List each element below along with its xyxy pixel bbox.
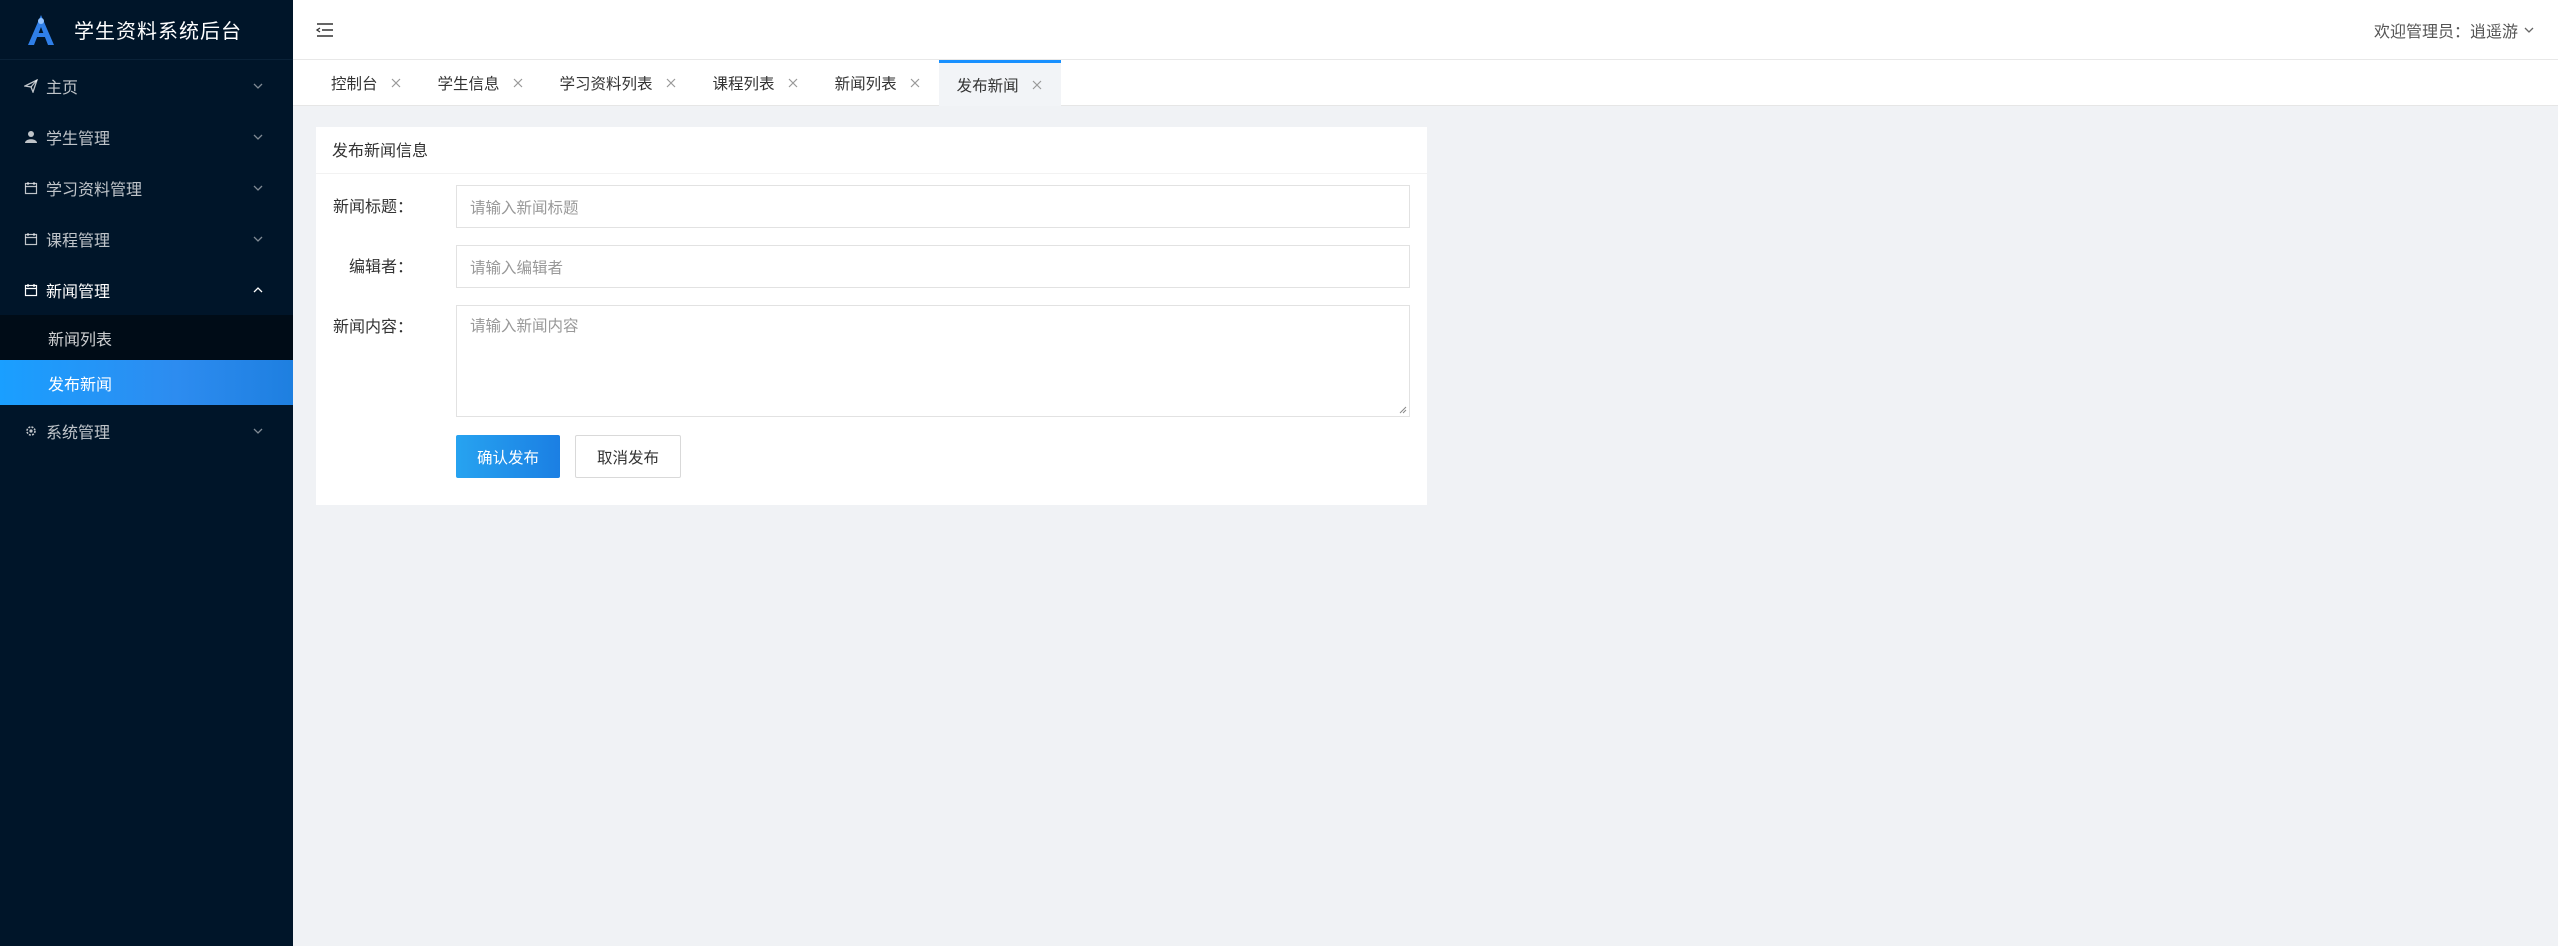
tab-course-list[interactable]: 课程列表 — [695, 60, 817, 106]
chevron-down-icon — [253, 134, 263, 140]
chevron-down-icon — [253, 83, 263, 89]
news-content-label: 新闻内容： — [332, 317, 413, 336]
card-title: 发布新闻信息 — [316, 127, 1427, 174]
sidebar-item-news-list[interactable]: 新闻列表 — [0, 315, 293, 360]
calendar-icon — [22, 179, 40, 197]
editor-input[interactable]: 请输入编辑者 — [456, 245, 1410, 288]
news-title-input[interactable]: 请输入新闻标题 — [456, 185, 1410, 228]
cancel-publish-button[interactable]: 取消发布 — [575, 435, 681, 478]
tab-label: 发布新闻 — [956, 76, 1019, 95]
sidebar-item-label: 主页 — [46, 77, 79, 97]
tab-label: 学生信息 — [437, 75, 500, 93]
sidebar-item-students[interactable]: 学生管理 — [0, 111, 293, 162]
calendar-icon — [22, 281, 40, 299]
sidebar-item-materials[interactable]: 学习资料管理 — [0, 162, 293, 213]
news-content-textarea[interactable]: 请输入新闻内容 — [456, 305, 1410, 417]
tab-dashboard[interactable]: 控制台 — [313, 60, 420, 106]
chevron-up-icon — [253, 286, 263, 292]
gear-icon — [22, 422, 40, 440]
tab-label: 新闻列表 — [834, 75, 897, 93]
close-icon[interactable] — [1031, 79, 1043, 91]
sidebar-item-label: 课程管理 — [46, 230, 111, 250]
form-row-content: 新闻内容： — [316, 305, 431, 348]
chevron-down-icon — [253, 236, 263, 242]
user-menu[interactable]: 欢迎管理员：逍遥游 — [2374, 18, 2536, 42]
top-header: 欢迎管理员：逍遥游 — [293, 0, 2558, 60]
sidebar-item-publish-news[interactable]: 发布新闻 — [0, 360, 293, 405]
sidebar-item-label: 学习资料管理 — [46, 179, 143, 199]
tab-publish-news[interactable]: 发布新闻 — [938, 60, 1061, 106]
user-greeting: 欢迎管理员：逍遥游 — [2373, 22, 2518, 41]
user-icon — [22, 128, 40, 146]
chevron-down-icon — [253, 428, 263, 434]
sidebar-item-courses[interactable]: 课程管理 — [0, 213, 293, 264]
news-content-placeholder: 请输入新闻内容 — [470, 317, 579, 335]
sidebar-item-home[interactable]: 主页 — [0, 60, 293, 111]
sidebar: 学生资料系统后台 主页 学生管理 学习资料管理 课程管理 新闻管理 新闻列表 发… — [0, 0, 293, 946]
sidebar-item-label: 系统管理 — [46, 422, 111, 442]
calendar-icon — [22, 230, 40, 248]
logo[interactable]: 学生资料系统后台 — [0, 0, 293, 60]
form-row-editor: 编辑者： — [316, 245, 431, 288]
sidebar-item-label: 学生管理 — [46, 128, 111, 148]
tab-label: 课程列表 — [712, 75, 775, 93]
logo-icon — [28, 14, 54, 45]
sidebar-item-news[interactable]: 新闻管理 — [0, 264, 293, 315]
publish-news-card: 发布新闻信息 新闻标题： 请输入新闻标题 编辑者： 请输入编辑者 新闻内容： 请… — [316, 127, 1427, 505]
confirm-publish-button[interactable]: 确认发布 — [456, 435, 560, 478]
chevron-down-icon — [253, 185, 263, 191]
send-icon — [22, 77, 40, 95]
tab-student-info[interactable]: 学生信息 — [420, 60, 542, 106]
chevron-down-icon — [2524, 27, 2534, 33]
sidebar-item-system[interactable]: 系统管理 — [0, 405, 293, 456]
tab-label: 学习资料列表 — [559, 75, 653, 93]
tab-label: 控制台 — [331, 75, 378, 93]
tab-bar: 控制台 学生信息 学习资料列表 课程列表 新闻列表 发布新闻 — [293, 60, 2558, 106]
news-title-label: 新闻标题： — [332, 197, 413, 216]
close-icon[interactable] — [665, 77, 677, 89]
editor-label: 编辑者： — [348, 257, 413, 276]
close-icon[interactable] — [512, 77, 524, 89]
sidebar-menu: 主页 学生管理 学习资料管理 课程管理 新闻管理 新闻列表 发布新闻 系统管理 — [0, 60, 293, 456]
app-title: 学生资料系统后台 — [74, 19, 242, 43]
sidebar-item-label: 新闻管理 — [46, 281, 111, 301]
menu-collapse-icon[interactable] — [315, 20, 335, 40]
close-icon[interactable] — [787, 77, 799, 89]
close-icon[interactable] — [390, 77, 402, 89]
tab-materials-list[interactable]: 学习资料列表 — [542, 60, 695, 106]
close-icon[interactable] — [909, 77, 921, 89]
resize-handle-icon[interactable] — [1397, 404, 1407, 414]
tab-news-list[interactable]: 新闻列表 — [817, 60, 939, 106]
sidebar-submenu-news: 新闻列表 发布新闻 — [0, 315, 293, 405]
form-row-title: 新闻标题： — [316, 185, 431, 228]
